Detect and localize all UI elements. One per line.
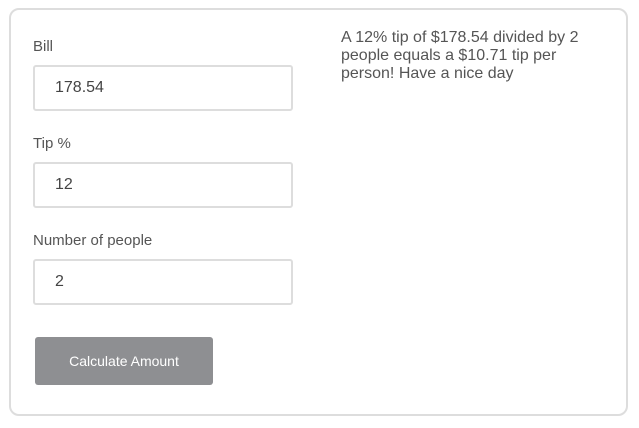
result-message: A 12% tip of $178.54 divided by 2 people… <box>341 29 579 82</box>
people-field-group: Number of people <box>33 232 293 305</box>
bill-label: Bill <box>33 38 54 55</box>
tip-calculator-card: Bill Tip % Number of people Calculate Am… <box>9 8 628 416</box>
people-count-label: Number of people <box>33 232 153 249</box>
tip-form: Bill Tip % Number of people <box>33 38 293 329</box>
bill-input[interactable] <box>33 65 293 111</box>
people-count-input[interactable] <box>33 259 293 305</box>
tip-field-group: Tip % <box>33 135 293 208</box>
tip-percent-label: Tip % <box>33 135 71 152</box>
tip-percent-input[interactable] <box>33 162 293 208</box>
bill-field-group: Bill <box>33 38 293 111</box>
calculate-amount-button[interactable]: Calculate Amount <box>35 337 213 385</box>
